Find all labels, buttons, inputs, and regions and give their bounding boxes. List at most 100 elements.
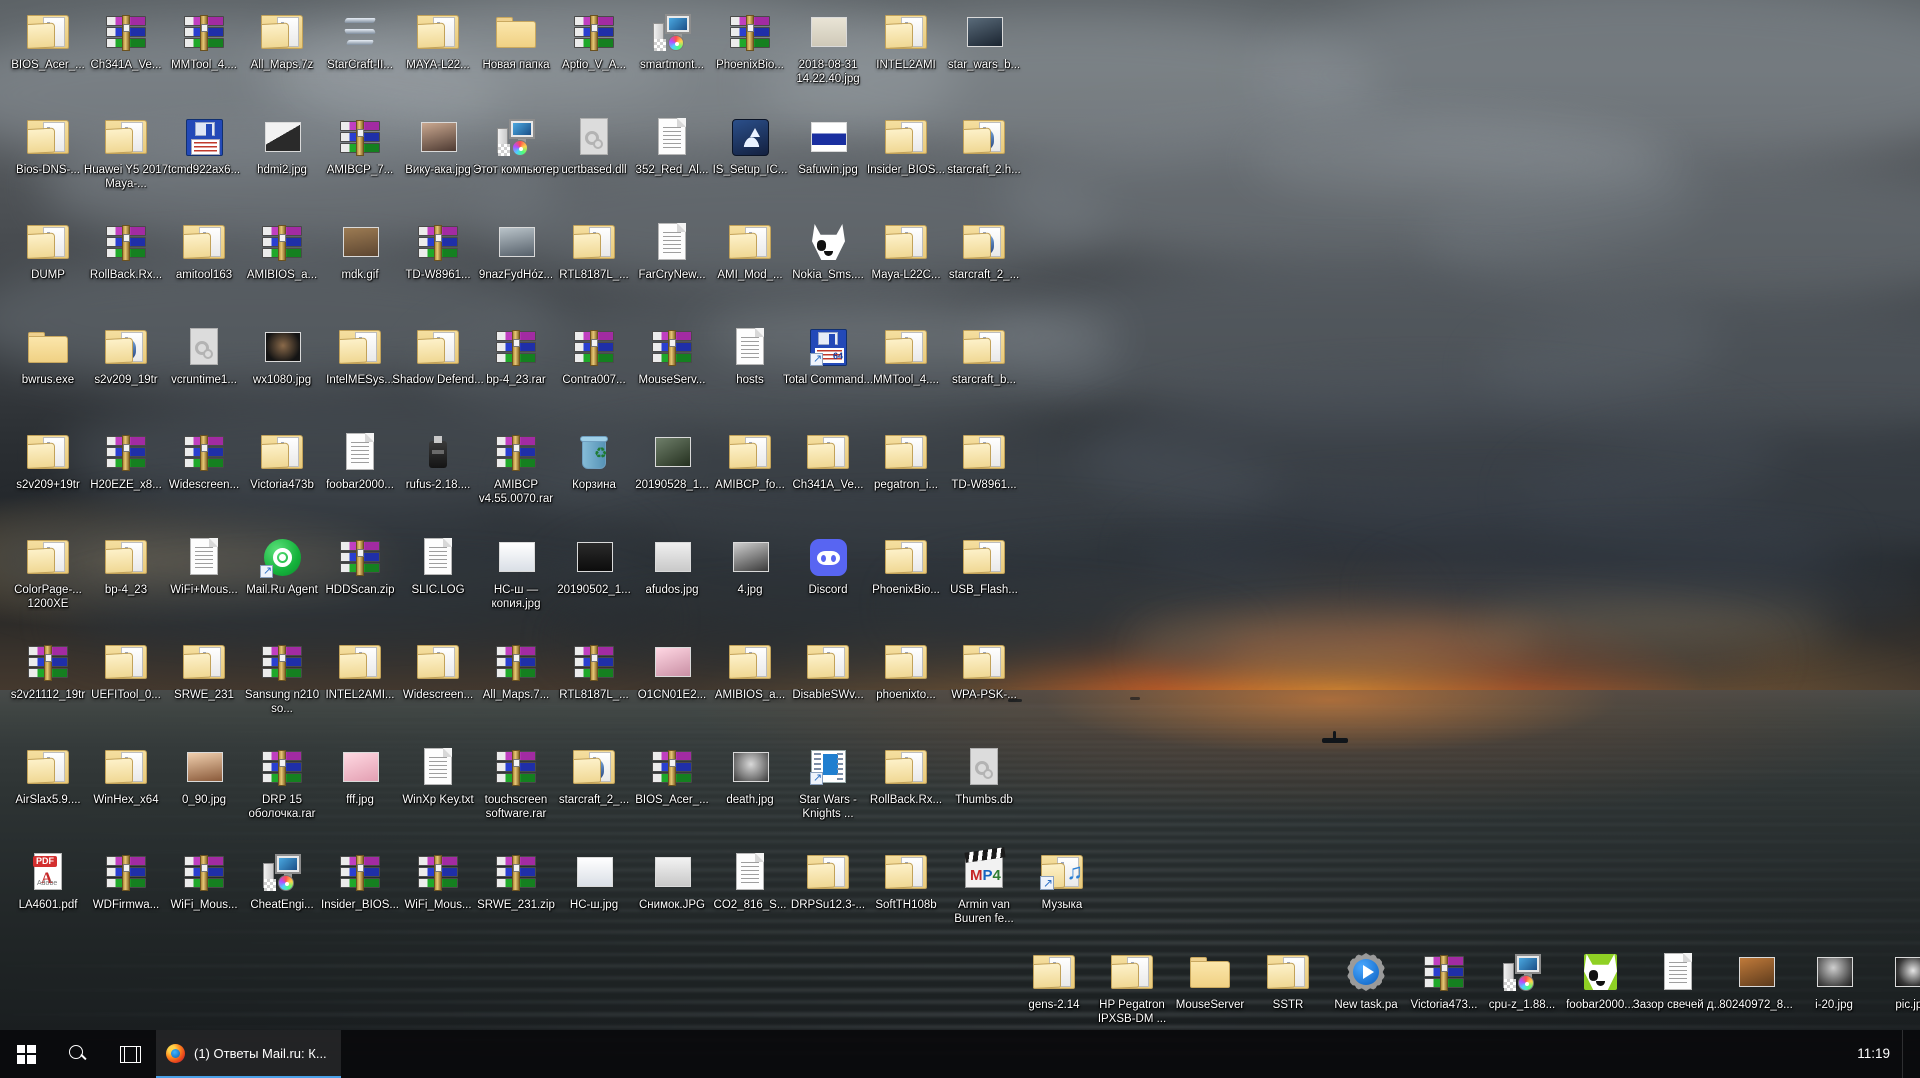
- image-thumbnail-icon: [655, 437, 691, 467]
- icon-glyph: [648, 533, 696, 581]
- icon-glyph: [960, 428, 1008, 476]
- icon-glyph: [258, 218, 306, 266]
- wave: [113, 726, 1920, 729]
- icon-glyph: [180, 8, 228, 56]
- icon-glyph: [1810, 948, 1858, 996]
- icon-glyph: [726, 848, 774, 896]
- text-document-icon: [424, 748, 452, 785]
- image-thumbnail-icon: [265, 122, 301, 152]
- winrar-archive-icon: [106, 15, 146, 51]
- icon-label: starcraft_2.h...: [947, 164, 1021, 176]
- folder-icon: [885, 540, 927, 574]
- icon-label: WPA-PSK-...: [951, 689, 1017, 701]
- text-document-icon: [190, 538, 218, 575]
- icon-glyph: [414, 533, 462, 581]
- folder-icon: [27, 750, 69, 784]
- icon-glyph: [180, 743, 228, 791]
- winrar-archive-icon: [340, 540, 380, 576]
- image-thumbnail-icon: [343, 752, 379, 782]
- media-player-icon: [1347, 953, 1385, 991]
- desktop-icon[interactable]: star_wars_b...: [938, 8, 1030, 73]
- image-thumbnail-icon: [733, 752, 769, 782]
- wave: [0, 730, 1920, 733]
- icon-glyph: [648, 743, 696, 791]
- icon-glyph: [726, 638, 774, 686]
- desktop-icon[interactable]: TD-W8961...: [938, 428, 1030, 493]
- icon-glyph: [492, 848, 540, 896]
- icon-glyph: [1888, 948, 1920, 996]
- icon-glyph: [1342, 948, 1390, 996]
- desktop-icon[interactable]: starcraft_2.h...: [938, 113, 1030, 178]
- desktop-icon[interactable]: WPA-PSK-...: [938, 638, 1030, 703]
- icon-glyph: [180, 323, 228, 371]
- icon-glyph: [180, 113, 228, 161]
- icon-label: Thumbs.db: [955, 794, 1013, 806]
- mp4-video-icon: MP4: [964, 847, 1006, 888]
- image-thumbnail-icon: [1739, 957, 1775, 987]
- icon-glyph: [336, 638, 384, 686]
- music-folder-icon: ♫ ↗: [1040, 855, 1083, 890]
- taskbar-clock[interactable]: 11:19: [1845, 1046, 1902, 1062]
- winrar-archive-icon: [496, 435, 536, 471]
- icon-glyph: [492, 638, 540, 686]
- folder-icon: [729, 645, 771, 679]
- icon-glyph: [648, 638, 696, 686]
- icon-glyph: [882, 323, 930, 371]
- icon-glyph: [336, 428, 384, 476]
- desktop-icon[interactable]: USB_Flash...: [938, 533, 1030, 598]
- icon-glyph: [1186, 948, 1234, 996]
- search-button[interactable]: [52, 1030, 104, 1078]
- icon-glyph: [648, 323, 696, 371]
- icon-glyph: [726, 8, 774, 56]
- icon-glyph: [414, 323, 462, 371]
- icon-glyph: [804, 113, 852, 161]
- icon-label: starcraft_b...: [952, 374, 1016, 386]
- icon-glyph: [102, 848, 150, 896]
- desktop-icon[interactable]: Thumbs.db: [938, 743, 1030, 808]
- taskbar-window-firefox[interactable]: (1) Ответы Mail.ru: К...: [156, 1030, 341, 1078]
- icon-glyph: [102, 743, 150, 791]
- distant-boat-2: [1130, 697, 1140, 700]
- desktop-icon[interactable]: pic.jpg: [1866, 948, 1920, 1013]
- icon-glyph: [180, 638, 228, 686]
- icon-glyph: [960, 533, 1008, 581]
- icon-glyph: [336, 8, 384, 56]
- system-file-icon: [970, 748, 998, 785]
- discord-icon: [810, 539, 847, 576]
- icon-label: pic.jpg: [1895, 999, 1920, 1011]
- desktop-icon[interactable]: starcraft_2_...: [938, 218, 1030, 283]
- text-document-icon: [658, 223, 686, 260]
- winrar-archive-icon: [496, 330, 536, 366]
- icon-glyph: [258, 428, 306, 476]
- wave: [91, 1025, 1920, 1030]
- task-view-button[interactable]: [104, 1030, 156, 1078]
- icon-glyph: [102, 8, 150, 56]
- winrar-archive-icon: [106, 435, 146, 471]
- wave: [172, 941, 1920, 946]
- icon-glyph: [24, 323, 72, 371]
- icon-glyph: [258, 743, 306, 791]
- winrar-archive-icon: [1424, 955, 1464, 991]
- folder-icon: [417, 15, 459, 49]
- icon-glyph: [726, 743, 774, 791]
- icon-glyph: [258, 113, 306, 161]
- icon-glyph: [960, 113, 1008, 161]
- icon-glyph: ↗: [258, 533, 306, 581]
- image-thumbnail-icon: [733, 542, 769, 572]
- image-thumbnail-icon: [811, 122, 847, 152]
- folder-icon: [885, 15, 927, 49]
- icon-glyph: [180, 848, 228, 896]
- folder-icon: [963, 645, 1005, 679]
- desktop-icon[interactable]: ♫ ↗ Музыка: [1016, 848, 1108, 913]
- icon-glyph: [414, 848, 462, 896]
- wave: [102, 840, 1920, 844]
- icon-glyph: [960, 218, 1008, 266]
- show-desktop-button[interactable]: [1902, 1030, 1910, 1078]
- start-button[interactable]: [0, 1030, 52, 1078]
- foobar2000-icon: [1584, 954, 1617, 990]
- task-view-icon: [119, 1045, 141, 1063]
- desktop-icon[interactable]: starcraft_b...: [938, 323, 1030, 388]
- wave: [85, 712, 1920, 714]
- icon-glyph: [804, 8, 852, 56]
- icon-glyph: [726, 533, 774, 581]
